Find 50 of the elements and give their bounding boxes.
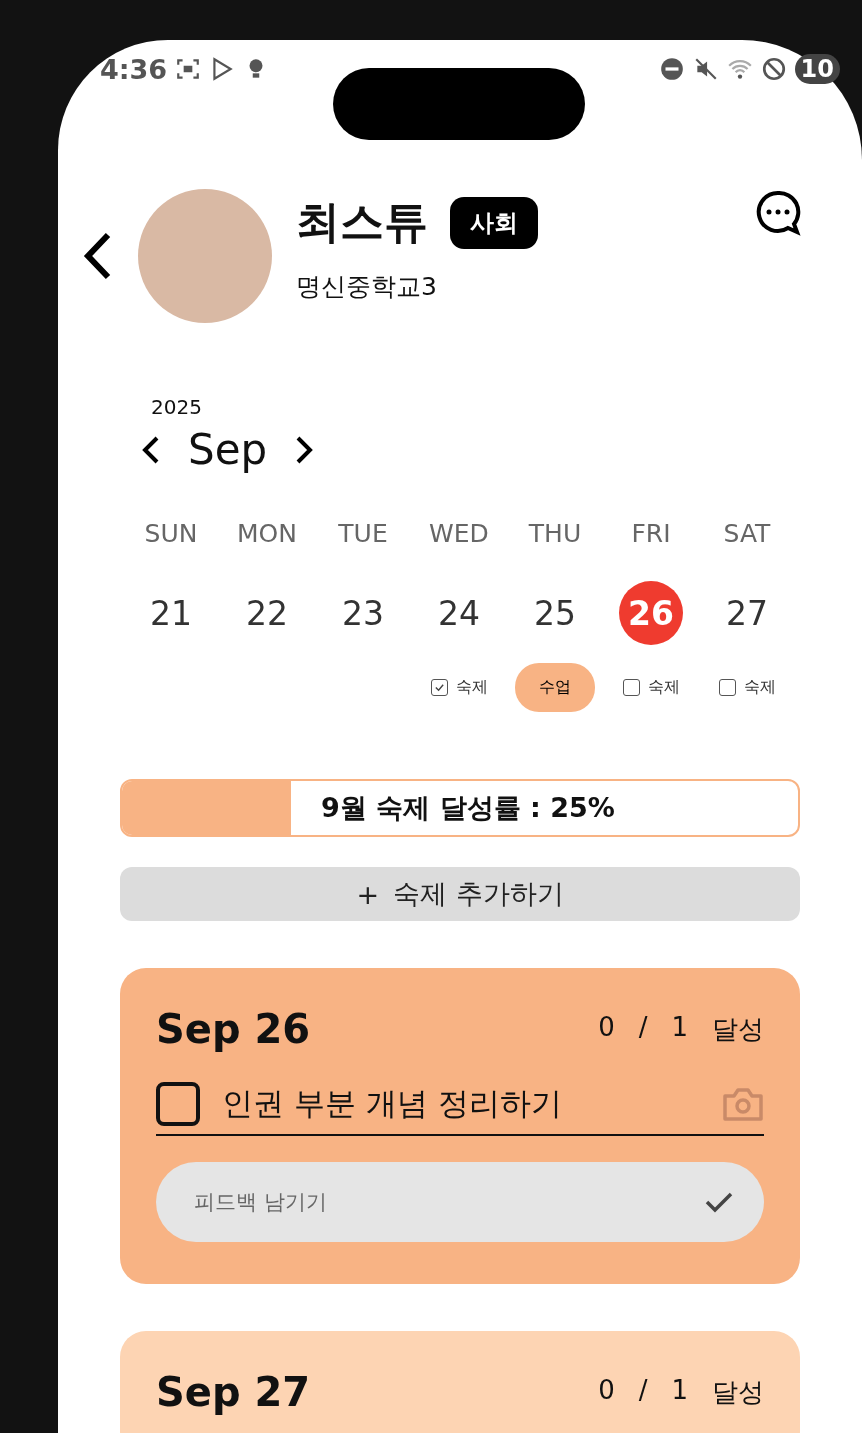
done-count: 0 [598,1011,615,1044]
task-title: 인권 부분 개념 정리하기 [222,1084,563,1123]
subject-badge: 사회 [450,196,538,249]
total-count: 1 [671,1374,688,1407]
count-separator: / [638,1011,648,1044]
card-date: Sep 27 [156,1369,311,1415]
school-name: 명신중학교3 [296,271,438,303]
battery-level: 10 [794,54,840,84]
year-label: 2025 [151,395,203,419]
chat-icon[interactable] [754,189,802,237]
class-tag[interactable]: 수업 [515,662,595,712]
block-icon [760,56,787,82]
status-label: 달성 [712,1012,764,1046]
checkbox[interactable] [718,678,736,696]
task-label: 숙제 [743,676,776,698]
student-name: 최스튜 [296,195,428,249]
weekday-label: MON [237,519,297,550]
weekday-label: TUE [338,519,388,550]
weekday-label: WED [429,519,489,550]
calendar-date[interactable]: 26 [619,581,683,645]
check-icon [433,681,445,693]
weekday-label: THU [528,519,582,550]
task-checkbox[interactable] [156,1082,200,1126]
weekday-label: SAT [723,519,771,550]
task-label: 숙제 [647,676,680,698]
weekday-label: SUN [144,519,198,550]
done-count: 0 [598,1374,615,1407]
count-separator: / [638,1374,648,1407]
add-homework-button[interactable]: + 숙제 추가하기 [120,867,800,921]
check-icon[interactable] [704,1190,734,1214]
calendar-date[interactable]: 24 [427,581,491,645]
card-date: Sep 26 [156,1006,311,1052]
progress-label: 9월 숙제 달성률 : 25% [320,791,616,825]
status-label: 달성 [712,1375,764,1409]
calendar-date[interactable]: 23 [331,581,395,645]
task-label: 숙제 [455,676,488,698]
status-time: 4:36 [100,53,168,85]
feedback-field[interactable]: 피드백 남기기 [156,1162,764,1242]
calendar-date[interactable]: 22 [235,581,299,645]
feedback-input[interactable]: 피드백 남기기 [192,1189,704,1215]
checkbox[interactable] [622,678,640,696]
screenshot-icon [175,56,202,82]
total-count: 1 [671,1011,688,1044]
calendar-date[interactable]: 25 [523,581,587,645]
calendar-date[interactable]: 27 [715,581,779,645]
weekday-label: FRI [631,519,671,550]
calendar-date[interactable]: 21 [139,581,203,645]
checkbox[interactable] [430,678,448,696]
month-label: Sep [188,425,268,474]
dnd-icon [658,56,685,82]
